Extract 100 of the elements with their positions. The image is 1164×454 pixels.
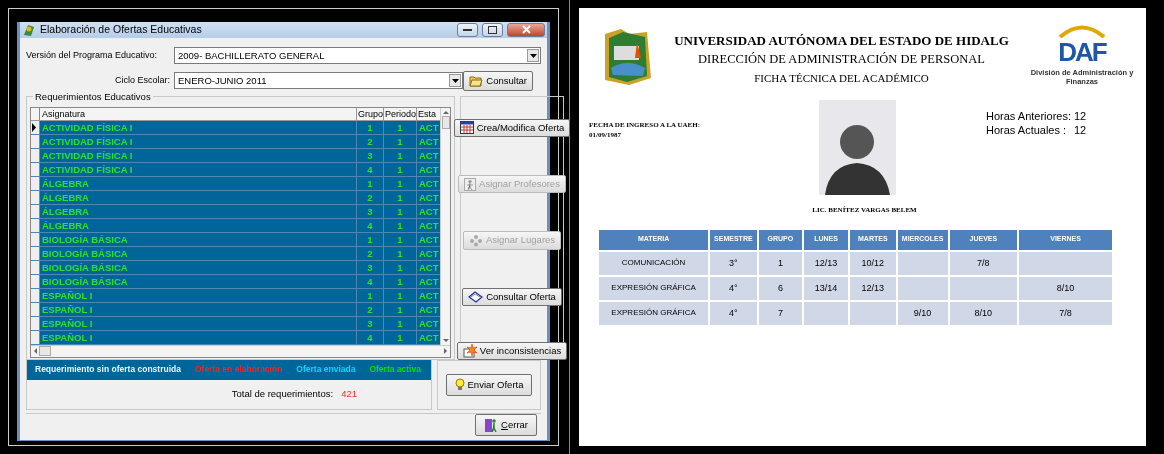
app-icon bbox=[22, 22, 36, 37]
hours-value: 12 bbox=[1074, 123, 1087, 137]
table-cell: 1 bbox=[384, 190, 417, 204]
table-cell: 1 bbox=[384, 204, 417, 218]
legend-item: Oferta enviada bbox=[296, 363, 356, 377]
table-cell: 7/8 bbox=[1019, 301, 1112, 325]
table-cell: 1 bbox=[384, 288, 417, 302]
table-cell-text: ACT bbox=[418, 204, 440, 218]
scroll-thumb[interactable] bbox=[39, 346, 51, 357]
table-cell: ÁLGEBRA bbox=[40, 190, 357, 204]
logo-text: DAF bbox=[1058, 38, 1106, 66]
legend-item: Requerimiento sin oferta construida bbox=[35, 363, 181, 377]
burst-icon bbox=[462, 343, 477, 358]
table-cell: 3 bbox=[357, 204, 384, 218]
legend-item: Oferta en elaboración bbox=[194, 363, 283, 377]
dropdown-field[interactable]: ENERO-JUNIO 2011 bbox=[174, 72, 464, 90]
arc-logo-icon bbox=[1057, 24, 1107, 38]
consult-button[interactable]: Consultar bbox=[463, 70, 533, 91]
table-cell: 4° bbox=[710, 301, 757, 325]
table-cell-text: ACT bbox=[418, 316, 440, 330]
table-cell: ESPAÑOL I bbox=[40, 288, 357, 302]
table-cell: 1 bbox=[384, 218, 417, 232]
document-title: UNIVERSIDAD AUTÓNOMA DEL ESTADO DE HIDALG bbox=[673, 32, 1010, 50]
table-cell: 1 bbox=[384, 246, 417, 260]
close-window-button[interactable]: Cerrar bbox=[475, 413, 537, 436]
table-cell: 12/13 bbox=[804, 251, 848, 275]
table-cell: 8/10 bbox=[1019, 276, 1112, 300]
table-cell: 10/12 bbox=[849, 251, 896, 275]
close-button[interactable] bbox=[507, 22, 545, 37]
scroll-right-icon bbox=[442, 347, 450, 356]
field-label: Versión del Programa Educativo: bbox=[26, 49, 159, 62]
table-cell: 1 bbox=[384, 316, 417, 330]
table-cell: 1 bbox=[357, 288, 384, 302]
maximize-button[interactable] bbox=[482, 22, 503, 37]
table-cell: 13/14 bbox=[804, 276, 848, 300]
table-cell: 1 bbox=[384, 162, 417, 176]
table-cell-text: ACT bbox=[418, 274, 440, 288]
table-cell-text: ACT bbox=[418, 162, 440, 176]
hours-value: 12 bbox=[1074, 109, 1087, 123]
table-cell: 1 bbox=[384, 232, 417, 246]
table-cell: EXPRESIÓN GRÁFICA bbox=[599, 301, 709, 325]
scroll-thumb[interactable] bbox=[441, 115, 450, 129]
minimize-button[interactable] bbox=[457, 22, 478, 37]
table-cell-text: ACT bbox=[418, 176, 440, 190]
table-cell: ACTIVIDAD FÍSICA I bbox=[40, 134, 357, 148]
table-cell: 3 bbox=[357, 316, 384, 330]
window-title: Elaboración de Ofertas Educativas bbox=[40, 22, 203, 37]
column-header[interactable]: Periodo bbox=[384, 107, 417, 120]
table-cell: 3° bbox=[710, 251, 757, 275]
field-label: Ciclo Escolar: bbox=[114, 74, 171, 87]
column-header[interactable]: Grupo bbox=[357, 107, 384, 120]
legend-item: Oferta activa bbox=[369, 363, 421, 377]
scroll-down-icon bbox=[442, 336, 449, 345]
caret-icon bbox=[451, 78, 459, 83]
table-cell: 1 bbox=[384, 260, 417, 274]
table-cell: ÁLGEBRA bbox=[40, 218, 357, 232]
table-cell: 8/10 bbox=[949, 301, 1018, 325]
table-cell-text: ACT bbox=[418, 330, 440, 344]
table-cell: 12/13 bbox=[849, 276, 896, 300]
folder-icon bbox=[469, 74, 484, 87]
column-header[interactable]: Asignatura bbox=[40, 107, 357, 120]
row-header[interactable] bbox=[31, 120, 40, 134]
table-cell: ESPAÑOL I bbox=[40, 302, 357, 316]
caret-icon bbox=[529, 53, 537, 58]
column-header[interactable]: Esta bbox=[417, 107, 440, 120]
table-cell: 1 bbox=[357, 120, 384, 134]
table-cell: 1 bbox=[384, 134, 417, 148]
table-cell: 3 bbox=[357, 260, 384, 274]
table-cell: 2 bbox=[357, 246, 384, 260]
table-cell: 4 bbox=[357, 330, 384, 344]
document-subtitle: DIRECCIÓN DE ADMINISTRACIÓN DE PERSONAL bbox=[697, 51, 986, 68]
table-cell: ESPAÑOL I bbox=[40, 330, 357, 344]
table-cell: 3 bbox=[357, 148, 384, 162]
table-cell-text: ACT bbox=[418, 288, 440, 302]
table-cell: 1 bbox=[758, 251, 803, 275]
calendar-icon bbox=[459, 121, 474, 135]
action-button[interactable]: Crea/Modifica Oferta bbox=[453, 118, 571, 137]
table-cell-text: ACT bbox=[418, 246, 440, 260]
table-cell: ACTIVIDAD FÍSICA I bbox=[40, 120, 357, 134]
table-cell: 1 bbox=[357, 176, 384, 190]
hours-label: Horas Actuales : bbox=[986, 123, 1068, 137]
table-cell: 2 bbox=[357, 134, 384, 148]
action-button[interactable]: Consultar Oferta bbox=[462, 287, 562, 306]
vertical-scrollbar[interactable] bbox=[440, 107, 450, 345]
table-cell: 4 bbox=[357, 274, 384, 288]
diamond-icon bbox=[468, 290, 484, 303]
table-cell: 7/8 bbox=[949, 251, 1018, 275]
action-button[interactable]: Ver inconsistencias bbox=[456, 341, 568, 360]
table-cell-text: ACT bbox=[418, 218, 440, 232]
send-offer-button[interactable]: Enviar Oferta bbox=[445, 373, 533, 396]
dropdown-field[interactable]: 2009- BACHILLERATO GENERAL bbox=[174, 47, 541, 65]
table-cell-text: ACT bbox=[418, 190, 440, 204]
total-label: Total de requerimientos: bbox=[231, 387, 334, 402]
table-cell: BIOLOGÍA BÁSICA bbox=[40, 246, 357, 260]
table-cell: 1 bbox=[384, 148, 417, 162]
table-cell-text: ACT bbox=[418, 232, 440, 246]
table-cell: ÁLGEBRA bbox=[40, 204, 357, 218]
document-heading: FICHA TÉCNICA DEL ACADÉMICO bbox=[753, 71, 930, 86]
total-count: 421 bbox=[341, 387, 357, 402]
table-cell: BIOLOGÍA BÁSICA bbox=[40, 274, 357, 288]
